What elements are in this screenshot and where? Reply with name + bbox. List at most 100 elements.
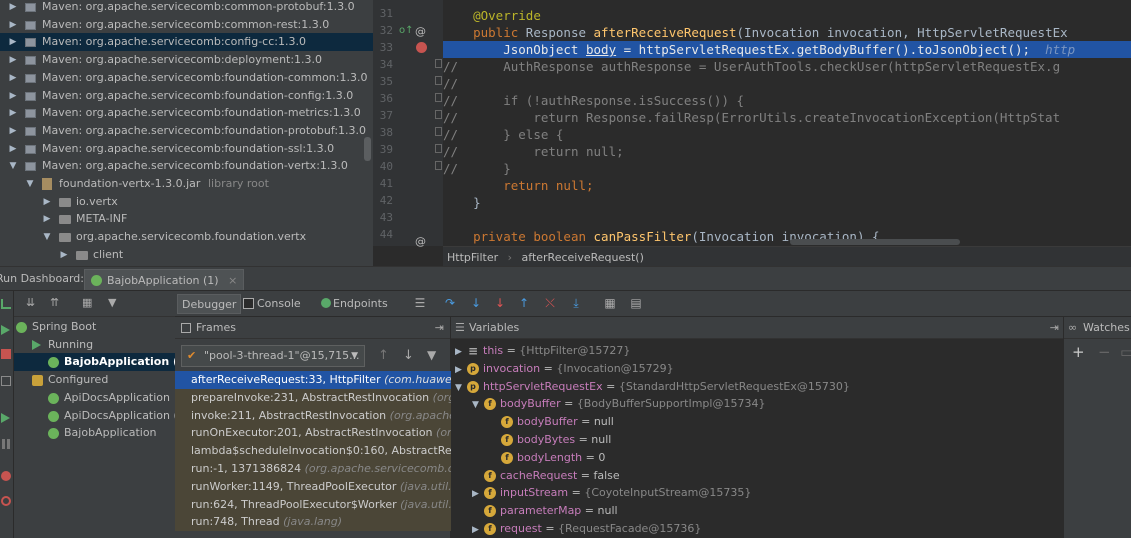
breakpoint-icon[interactable]	[416, 42, 427, 53]
tree-toggle-icon[interactable]: ▼	[42, 228, 52, 246]
editor-hscroll[interactable]	[790, 239, 960, 245]
frame-item[interactable]: prepareInvoke:231, AbstractRestInvocatio…	[175, 388, 451, 407]
fold-marker-icon[interactable]	[435, 161, 442, 170]
code-line[interactable]: // } else {	[443, 126, 1131, 143]
filter-frames-icon[interactable]: ▼	[427, 348, 436, 362]
frame-item[interactable]: run:748, Thread (java.lang)	[175, 513, 451, 532]
code-line[interactable]: // }	[443, 160, 1131, 177]
tree-toggle-icon[interactable]: ▶	[8, 104, 18, 122]
frames-pin-icon[interactable]: ⇥	[435, 317, 444, 339]
run-tree-item[interactable]: Configured	[14, 371, 175, 389]
variable-row[interactable]: ▼ p httpServletRequestEx = {StandardHttpSe…	[455, 378, 850, 396]
tree-toggle-icon[interactable]: ▶	[8, 140, 18, 158]
tree-item[interactable]: ▶ Maven: org.apache.servicecomb:common-pr…	[0, 0, 373, 16]
fold-marker-icon[interactable]	[435, 110, 442, 119]
variable-row[interactable]: f bodyBuffer = null	[489, 413, 614, 431]
force-step-into-icon[interactable]: ↓	[493, 296, 507, 310]
debug-run-icon[interactable]	[1, 413, 10, 423]
tree-item[interactable]: ▶ io.vertx	[0, 193, 373, 211]
pause-icon[interactable]	[2, 439, 10, 449]
run-icon[interactable]	[1, 325, 10, 335]
rerun-icon[interactable]	[1, 299, 11, 309]
project-tree-scrollbar[interactable]	[364, 137, 371, 161]
tree-toggle-icon[interactable]: ▶	[8, 122, 18, 140]
code-line[interactable]: JsonObject body = httpServletRequestEx.g…	[443, 41, 1131, 58]
tab-endpoints[interactable]: Endpoints	[317, 294, 392, 314]
code-line[interactable]: return null;	[443, 177, 1131, 194]
tree-item[interactable]: ▼ org.apache.servicecomb.foundation.vertx	[0, 228, 373, 246]
expand-all-icon[interactable]: ⇊	[26, 296, 35, 309]
show-execution-point-icon[interactable]: ☰	[413, 296, 427, 310]
run-tree-item[interactable]: Running	[14, 336, 175, 354]
code-line[interactable]: private boolean canPassFilter(Invocation…	[443, 228, 1131, 245]
tree-item[interactable]: ▶ Maven: org.apache.servicecomb:foundatio…	[0, 140, 373, 158]
tree-item[interactable]: ▼ foundation-vertx-1.3.0.jar library root	[0, 175, 373, 193]
add-watch-button[interactable]: +	[1072, 343, 1085, 361]
tree-item[interactable]: ▶ Maven: org.apache.servicecomb:deploymen…	[0, 51, 373, 69]
breakpoints-icon[interactable]	[1, 471, 11, 481]
tree-item[interactable]: ▼ Maven: org.apache.servicecomb:foundatio…	[0, 157, 373, 175]
variable-row[interactable]: f parameterMap = null	[472, 502, 618, 520]
tree-toggle-icon[interactable]: ▶	[8, 16, 18, 34]
tree-toggle-icon[interactable]: ▶	[8, 87, 18, 105]
layout-settings-icon[interactable]: ▤	[629, 296, 643, 310]
tree-item[interactable]: ▶ META-INF	[0, 210, 373, 228]
run-to-cursor-icon[interactable]: ⤓	[569, 296, 583, 310]
run-tree-item[interactable]: ApiDocsApplication	[14, 389, 175, 407]
group-icon[interactable]: ▦	[82, 296, 92, 309]
code-line[interactable]: }	[443, 194, 1131, 211]
layout-icon[interactable]	[1, 376, 11, 386]
tree-item[interactable]: ▶ Maven: org.apache.servicecomb:common-re…	[0, 16, 373, 34]
code-line[interactable]: //	[443, 75, 1131, 92]
tree-toggle-icon[interactable]: ▶	[59, 246, 69, 264]
frame-item[interactable]: run:624, ThreadPoolExecutor$Worker (java…	[175, 495, 451, 514]
frame-item[interactable]: invoke:211, AbstractRestInvocation (org.…	[175, 406, 451, 425]
expand-toggle-icon[interactable]: ▶	[472, 485, 484, 503]
expand-toggle-icon[interactable]: ▶	[472, 521, 484, 538]
code-line[interactable]: // return Response.failResp(ErrorUtils.c…	[443, 109, 1131, 126]
tree-toggle-icon[interactable]: ▶	[42, 193, 52, 211]
variables-pin-icon[interactable]: ⇥	[1050, 317, 1059, 339]
expand-toggle-icon[interactable]: ▼	[472, 396, 484, 414]
variable-row[interactable]: ▶ p invocation = {Invocation@15729}	[455, 360, 674, 378]
code-line[interactable]	[443, 211, 1131, 228]
stop-icon[interactable]	[1, 349, 11, 359]
tree-item[interactable]: ▶ Maven: org.apache.servicecomb:foundatio…	[0, 69, 373, 87]
tree-toggle-icon[interactable]: ▶	[8, 33, 18, 51]
fold-marker-icon[interactable]	[435, 59, 442, 68]
tree-item[interactable]: ▶ Maven: org.apache.servicecomb:foundatio…	[0, 122, 373, 140]
code-line[interactable]: // if (!authResponse.isSuccess()) {	[443, 92, 1131, 109]
run-tree-item[interactable]: ApiDocsApplication (	[14, 407, 175, 425]
breadcrumb-class[interactable]: HttpFilter	[447, 251, 498, 264]
step-over-icon[interactable]: ↷	[443, 296, 457, 310]
frame-item[interactable]: run:-1, 1371386824 (org.apache.serviceco…	[175, 460, 451, 478]
mute-breakpoints-icon[interactable]	[1, 496, 11, 506]
close-icon[interactable]: ×	[228, 274, 237, 287]
thread-selector[interactable]: ✔ "pool-3-thread-1"@15,715... ▼	[181, 345, 365, 367]
step-into-icon[interactable]: ↓	[469, 296, 483, 310]
step-out-icon[interactable]: ↑	[517, 296, 531, 310]
tree-item[interactable]: ▶ Maven: org.apache.servicecomb:config-cc…	[0, 33, 373, 52]
variable-row[interactable]: ▶ f request = {RequestFacade@15736}	[472, 520, 701, 538]
tree-toggle-icon[interactable]: ▼	[25, 175, 35, 193]
run-dashboard-tab[interactable]: BajobApplication (1) ×	[84, 269, 245, 290]
code-line[interactable]: // AuthResponse authResponse = UserAuthT…	[443, 58, 1131, 75]
tree-item[interactable]: ▶ Maven: org.apache.servicecomb:foundatio…	[0, 104, 373, 122]
code-line[interactable]: public Response afterReceiveRequest(Invo…	[443, 24, 1131, 41]
variable-row[interactable]: ▶ f inputStream = {CoyoteInputStream@15735…	[472, 484, 751, 502]
expand-toggle-icon[interactable]: ▼	[455, 379, 467, 397]
tab-debugger[interactable]: Debugger	[177, 294, 242, 314]
tree-toggle-icon[interactable]: ▶	[8, 69, 18, 87]
remove-watch-button[interactable]: −	[1098, 343, 1111, 361]
fold-marker-icon[interactable]	[435, 144, 442, 153]
tree-toggle-icon[interactable]: ▼	[8, 157, 18, 175]
tree-item[interactable]: ▶ client	[0, 246, 373, 264]
frame-item[interactable]: afterReceiveRequest:33, HttpFilter (com.…	[175, 371, 451, 389]
fold-marker-icon[interactable]	[435, 76, 442, 85]
run-tree-item[interactable]: BajobApplication	[14, 424, 175, 442]
variable-row[interactable]: f bodyLength = 0	[489, 449, 605, 467]
breadcrumb-method[interactable]: afterReceiveRequest()	[522, 251, 644, 264]
drop-frame-icon[interactable]: ⤬	[543, 296, 557, 310]
frame-item[interactable]: runWorker:1149, ThreadPoolExecutor (java…	[175, 477, 451, 496]
override-icon[interactable]: o↑	[399, 25, 414, 36]
